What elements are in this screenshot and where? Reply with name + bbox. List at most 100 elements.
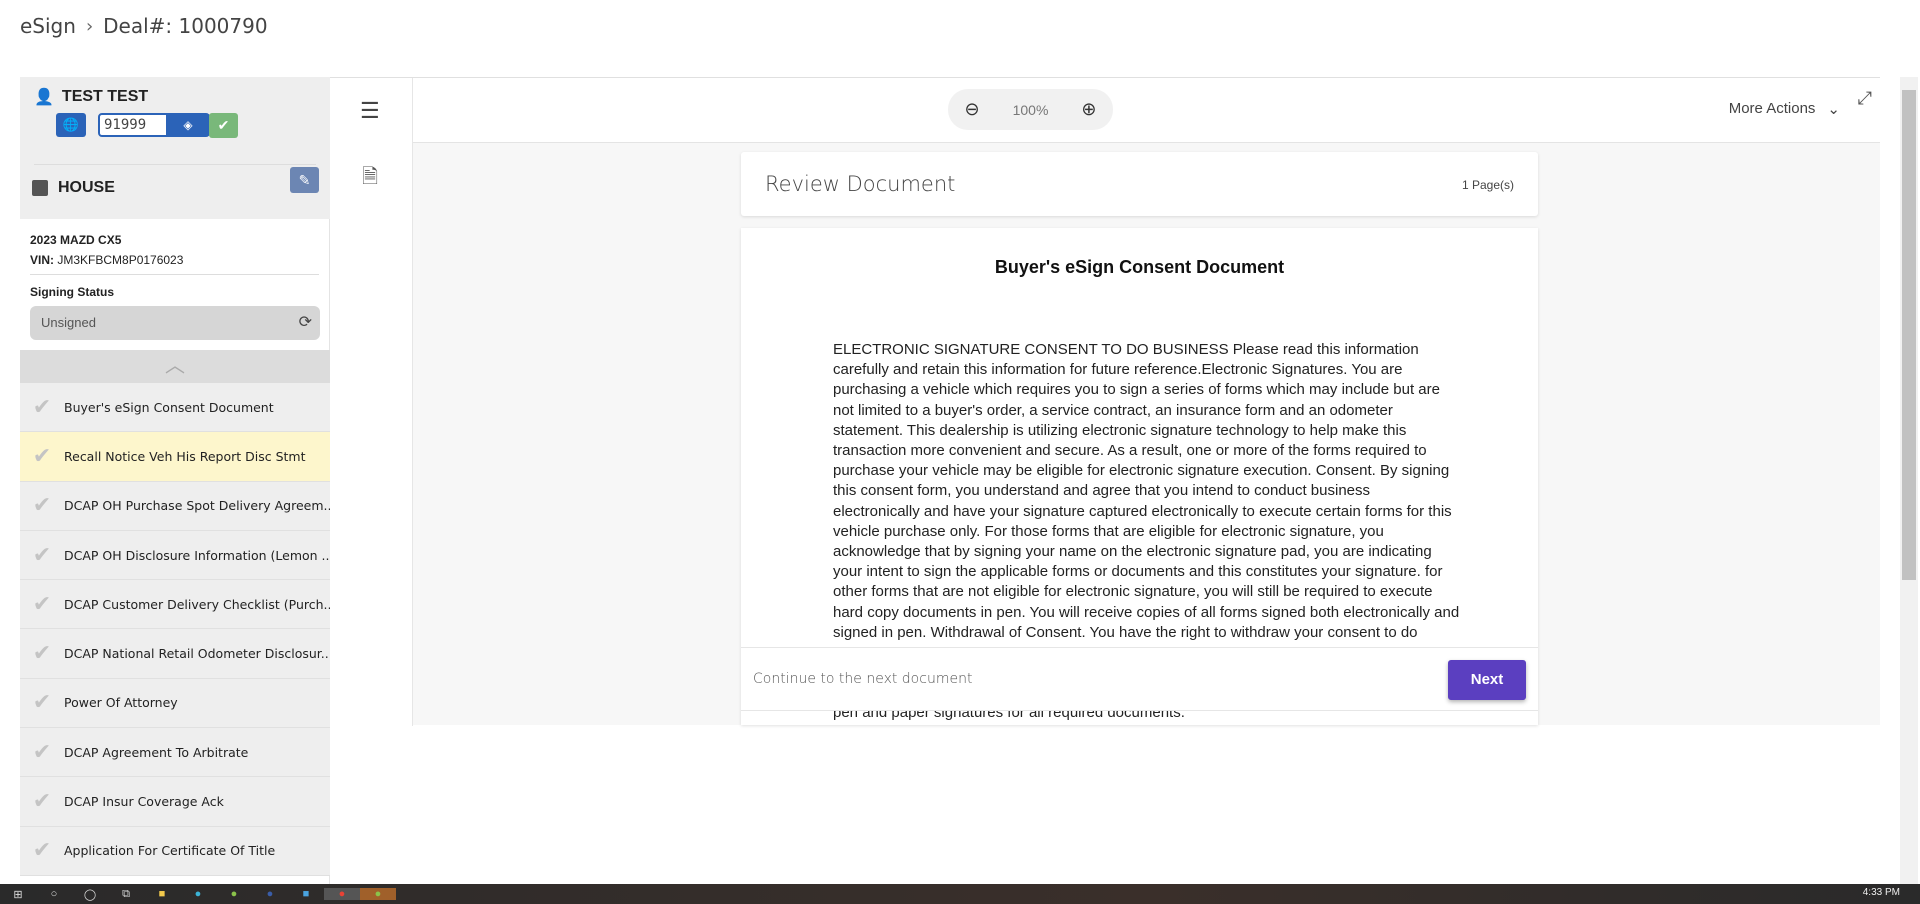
pencil-icon: ✎ [298, 172, 311, 188]
document-label: DCAP Customer Delivery Checklist (Purch.… [64, 596, 330, 612]
chevron-right-icon: › [85, 15, 94, 37]
next-button[interactable]: Next [1448, 660, 1526, 700]
globe-button[interactable]: 🌐 [56, 113, 86, 137]
document-list-item[interactable]: ✔ DCAP Agreement To Arbitrate [20, 728, 330, 778]
divider [30, 274, 319, 275]
document-line: not limited to a buyer's order, a servic… [833, 401, 1393, 419]
divider [34, 164, 316, 165]
document-line: vehicle purchase only. For those forms t… [833, 522, 1384, 540]
document-list-item[interactable]: ✔ Buyer's eSign Consent Document [20, 383, 330, 433]
globe-icon: 🌐 [62, 117, 80, 132]
check-icon: ✔ [32, 739, 52, 765]
document-list-item[interactable]: ✔ Recall Notice Veh His Report Disc Stmt [20, 432, 330, 482]
vehicle-name: 2023 MAZD CX5 [30, 233, 122, 247]
customer-panel: 👤 TEST TEST 🌐 91999 ◈ ✔ HOUSE ✎ [20, 77, 330, 219]
viewer-side-column: ☰ 🗎 [330, 78, 413, 726]
viewer-toolbar: ⊖ 100% ⊕ More Actions ⌄ ⤢ [413, 78, 1880, 143]
document-label: Recall Notice Veh His Report Disc Stmt [64, 448, 306, 464]
zoom-out-icon[interactable]: ⊖ [965, 99, 980, 120]
check-icon: ✔ [217, 117, 230, 133]
taskbar: ⊞ ○ ◯ ⧉ ■ ● ● ● ■ ● ● 4:33 PM [0, 884, 1920, 904]
document-line: transaction more convenient and secure. … [833, 442, 1427, 460]
document-label: Power Of Attorney [64, 695, 178, 711]
document-line: other forms that are not eligible for el… [833, 583, 1433, 601]
file-explorer-icon[interactable]: ■ [144, 888, 180, 900]
document-list-item[interactable]: ✔ DCAP OH Purchase Spot Delivery Agreem..… [20, 481, 330, 531]
check-icon: ✔ [32, 838, 52, 864]
zoom-in-icon[interactable]: ⊕ [1081, 99, 1096, 120]
document-list-item[interactable]: ✔ DCAP Insur Coverage Ack [20, 777, 330, 827]
document-line: purchase your vehicle may be eligible fo… [833, 462, 1450, 480]
zoom-control: ⊖ 100% ⊕ [948, 89, 1113, 130]
app-icon[interactable]: ● [216, 888, 252, 900]
document-label: DCAP Agreement To Arbitrate [64, 744, 249, 760]
document-line: acknowledge that by signing your name on… [833, 543, 1432, 561]
check-icon: ✔ [32, 443, 52, 469]
collapse-chevron-up-icon[interactable]: ︿ [20, 350, 330, 383]
contact-card-icon [32, 180, 48, 196]
breadcrumb-deal: Deal#: 1000790 [103, 14, 268, 38]
edit-button[interactable]: ✎ [290, 167, 319, 193]
document-list-item[interactable]: ✔ Application For Certificate Of Title [20, 826, 330, 876]
document-body: ELECTRONIC SIGNATURE CONSENT TO DO BUSIN… [833, 340, 1513, 643]
document-line: signed in pen. Withdrawal of Consent. Yo… [833, 623, 1418, 641]
check-icon: ✔ [32, 690, 52, 716]
document-list-item[interactable]: ✔ Power Of Attorney [20, 678, 330, 729]
document-list-item[interactable]: ✔ DCAP OH Disclosure Information (Lemon .… [20, 530, 330, 581]
windows-start-icon[interactable]: ⊞ [0, 888, 36, 901]
task-view-icon[interactable]: ⧉ [108, 888, 144, 901]
page-count: 1 Page(s) [1461, 178, 1514, 192]
cortana-icon[interactable]: ◯ [72, 888, 108, 901]
confirm-button[interactable]: ✔ [209, 113, 238, 138]
check-icon: ✔ [32, 641, 52, 667]
more-actions-dropdown[interactable]: More Actions ⌄ [1729, 100, 1840, 118]
document-line: purchasing a vehicle which requires you … [833, 381, 1440, 399]
check-icon: ✔ [32, 493, 52, 519]
breadcrumb: eSign › Deal#: 1000790 [20, 14, 268, 38]
scrollbar-thumb[interactable] [1902, 90, 1916, 580]
review-header: Review Document 1 Page(s) [741, 152, 1538, 216]
document-page: Buyer's eSign Consent Document ELECTRONI… [741, 228, 1538, 725]
check-icon: ✔ [32, 542, 52, 568]
expand-icon[interactable]: ⤢ [1858, 88, 1872, 109]
chrome-icon[interactable]: ● [324, 888, 360, 900]
check-icon: ✔ [32, 591, 52, 617]
document-label: DCAP OH Purchase Spot Delivery Agreem... [64, 498, 330, 514]
review-title: Review Document [765, 172, 956, 196]
toggle-visibility-button[interactable]: ◈ [166, 113, 210, 137]
house-label: HOUSE [58, 179, 115, 196]
eye-slash-icon: ◈ [183, 118, 193, 132]
app-icon[interactable]: ■ [288, 888, 324, 900]
document-icon[interactable]: 🗎 [362, 162, 378, 196]
breadcrumb-esign[interactable]: eSign [20, 14, 76, 38]
continue-prompt: Continue to the next document [753, 671, 973, 687]
zoom-level: 100% [1012, 101, 1049, 118]
edge-icon[interactable]: ● [180, 888, 216, 900]
sidebar: 👤 TEST TEST 🌐 91999 ◈ ✔ HOUSE ✎ 2023 MAZD… [20, 77, 330, 884]
document-label: DCAP National Retail Odometer Disclosur.… [64, 646, 330, 662]
document-line: ELECTRONIC SIGNATURE CONSENT TO DO BUSIN… [833, 341, 1419, 358]
signing-status-label: Signing Status [30, 285, 114, 299]
document-label: Application For Certificate Of Title [64, 843, 276, 859]
document-line: carefully and retain this information fo… [833, 361, 1403, 379]
document-title: Buyer's eSign Consent Document [994, 257, 1285, 277]
document-line: hard copy documents in pen. You will rec… [833, 603, 1460, 621]
document-line: your intent to sign the applicable forms… [833, 563, 1443, 581]
hamburger-menu-icon[interactable]: ☰ [360, 98, 380, 124]
signing-status-value: Unsigned [41, 315, 96, 330]
clock: 4:33 PM [1862, 887, 1900, 898]
check-icon: ✔ [32, 789, 52, 815]
document-line: electronically and have your signature c… [833, 502, 1452, 520]
refresh-icon[interactable]: ⟳ [299, 306, 312, 340]
document-list: ✔ Buyer's eSign Consent Document ✔ Recall N… [20, 383, 330, 876]
app-icon[interactable]: ● [252, 888, 288, 900]
signing-status: Unsigned ⟳ [30, 306, 320, 340]
check-icon: ✔ [32, 394, 52, 420]
search-icon[interactable]: ○ [36, 888, 72, 900]
vin-label: VIN: [30, 253, 54, 267]
document-list-item[interactable]: ✔ DCAP Customer Delivery Checklist (Purch… [20, 580, 330, 630]
vehicle-info: 2023 MAZD CX5 VIN: JM3KFBCM8P0176023 [30, 233, 183, 267]
more-actions-label: More Actions [1728, 100, 1816, 117]
app-icon[interactable]: ● [360, 888, 396, 900]
document-list-item[interactable]: ✔ DCAP National Retail Odometer Disclosur… [20, 629, 330, 679]
